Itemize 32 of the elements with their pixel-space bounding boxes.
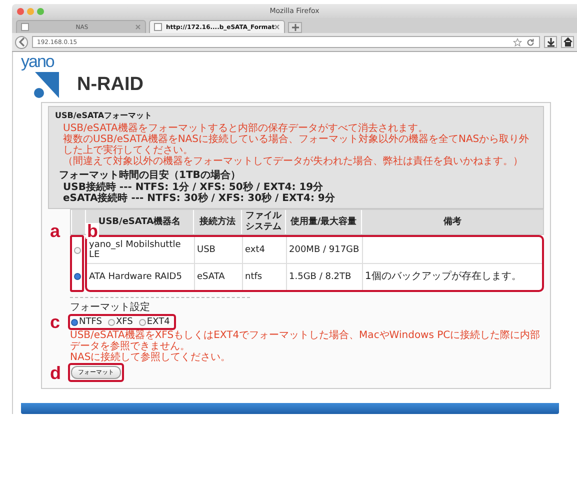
column-header: 使用量/最大容量 [285, 210, 361, 234]
time-text: eSATA接続時 --- NTFS: 30秒 / XFS: 30秒 / EXT4: 9分 [62, 193, 336, 204]
table-cell: ATA Hardware RAID5 [87, 264, 195, 290]
annotation-label: d [50, 364, 62, 380]
column-header: 接続方法 [193, 210, 241, 234]
column-header: ファイルシステム [241, 210, 285, 234]
table-cell: ntfs [243, 264, 287, 290]
filesystem-option[interactable]: XFS [108, 317, 133, 327]
filesystem-option[interactable]: EXT4 [138, 317, 170, 327]
table-cell: yano_sl Mobilshuttle LE [87, 237, 195, 263]
annotation-label: c [50, 314, 62, 330]
table-cell: 1.5GB / 8.2TB [287, 264, 363, 290]
settings-heading: フォーマット設定 [69, 300, 151, 314]
note-text: USB/eSATA機器をXFSもしくはEXT4でフォーマットした場合、MacやWindows PCに接続した際に内部データを参照できません。 [69, 330, 542, 352]
section-title: USB/eSATAフォーマット [55, 110, 154, 121]
table-cell: 200MB / 917GB [287, 237, 363, 263]
time-text: USB接続時 --- NTFS: 1分 / XFS: 50秒 / EXT4: 19分 [62, 182, 324, 193]
warning-text: USB/eSATA機器をフォーマットすると内部の保存データがすべて消去されます。 [63, 123, 429, 134]
table-cell: eSATA [195, 264, 243, 290]
annotation-label: a [50, 223, 60, 239]
warning-text: 複数のUSB/eSATA機器をNASに接続している場合、フォーマット対象以外の機器を全てNASから取り外した上で実行してください。 [63, 134, 530, 156]
product-logo: N-RAID [77, 74, 144, 96]
brand-logo: yano [21, 54, 54, 70]
note-text: NASに接続して参照してください。 [69, 352, 232, 363]
column-header: 備考 [361, 210, 543, 234]
time-heading: フォーマット時間の目安（1TBの場合） [58, 170, 242, 182]
warning-text: （間違えて対象以外の機器をフォーマットしてデータが失われた場合、弊社は責任を負いかねます。） [63, 156, 524, 167]
table-cell: ext4 [243, 237, 287, 263]
annotation-label: b [86, 223, 99, 239]
filesystem-option[interactable]: NTFS [71, 317, 102, 327]
table-cell-text: 1個のバックアップが存在します。 [364, 270, 522, 284]
table-cell: USB [195, 237, 243, 263]
